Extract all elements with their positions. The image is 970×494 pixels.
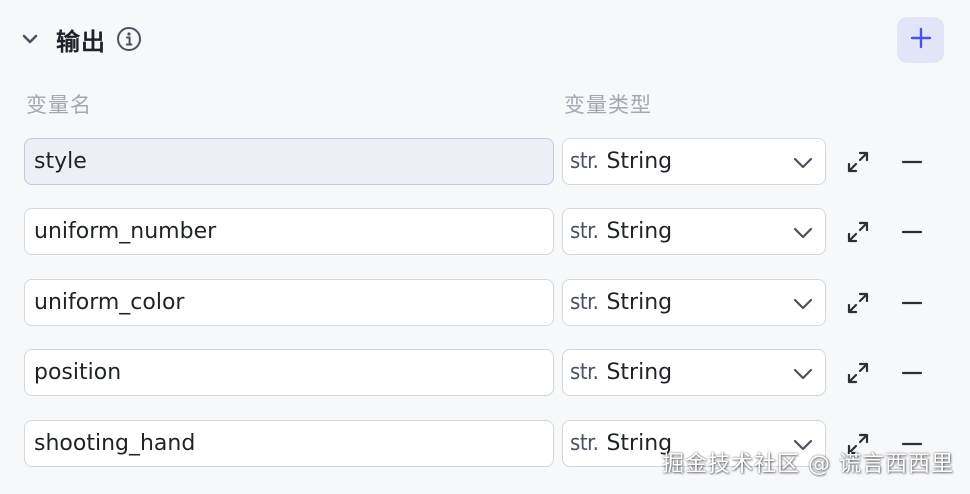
variable-name-input[interactable] [24, 208, 554, 255]
type-label: String [606, 431, 673, 456]
variable-name-input[interactable] [24, 138, 554, 185]
chevron-down-icon [791, 362, 815, 386]
type-prefix: str. [570, 219, 599, 244]
variable-row: str. String [0, 349, 970, 397]
type-label: String [606, 149, 673, 174]
type-prefix: str. [570, 360, 599, 385]
minus-icon[interactable] [898, 359, 926, 387]
variable-row: str. String [0, 279, 970, 327]
variable-type-select[interactable]: str. String [562, 349, 826, 396]
minus-icon[interactable] [898, 218, 926, 246]
chevron-down-icon [791, 433, 815, 457]
variable-type-select[interactable]: str. String [562, 420, 826, 467]
expand-icon[interactable] [844, 430, 872, 458]
column-header-type: 变量类型 [564, 93, 652, 117]
minus-icon[interactable] [898, 148, 926, 176]
type-prefix: str. [570, 290, 599, 315]
type-prefix: str. [570, 149, 599, 174]
chevron-down-icon [791, 151, 815, 175]
variable-name-input[interactable] [24, 420, 554, 467]
minus-icon[interactable] [898, 289, 926, 317]
variable-type-select[interactable]: str. String [562, 208, 826, 255]
chevron-down-icon[interactable] [18, 27, 42, 51]
chevron-down-icon [791, 292, 815, 316]
minus-icon[interactable] [898, 430, 926, 458]
column-header-name: 变量名 [26, 93, 92, 117]
add-variable-button[interactable] [897, 17, 944, 63]
expand-icon[interactable] [844, 359, 872, 387]
variable-name-input[interactable] [24, 349, 554, 396]
type-label: String [606, 360, 673, 385]
variable-type-select[interactable]: str. String [562, 138, 826, 185]
type-label: String [606, 290, 673, 315]
section-title: 输出 [56, 27, 106, 56]
variable-row: str. String [0, 420, 970, 468]
section-header: 输出 [18, 18, 142, 60]
expand-icon[interactable] [844, 289, 872, 317]
type-prefix: str. [570, 431, 599, 456]
variable-name-input[interactable] [24, 279, 554, 326]
output-panel: 输出 变量名 变量类型 str. String [0, 0, 970, 494]
expand-icon[interactable] [844, 218, 872, 246]
variable-row: str. String [0, 208, 970, 256]
plus-icon [910, 27, 932, 53]
variable-type-select[interactable]: str. String [562, 279, 826, 326]
info-icon[interactable] [116, 26, 142, 52]
expand-icon[interactable] [844, 148, 872, 176]
variable-row: str. String [0, 138, 970, 186]
chevron-down-icon [791, 221, 815, 245]
type-label: String [606, 219, 673, 244]
